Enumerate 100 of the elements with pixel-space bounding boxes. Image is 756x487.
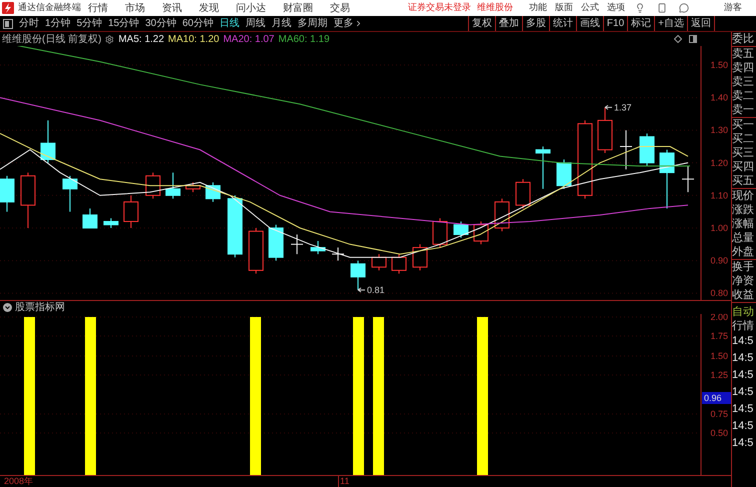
candlestick [516,178,530,209]
doji-candlestick [620,130,632,170]
ma-value: MA20: 1.07 [223,32,274,46]
chat-icon[interactable] [679,3,689,13]
chart-title: 维维股份(日线 前复权) [2,32,102,46]
chart-tool-button[interactable]: 多股 [522,16,549,31]
candlestick [640,132,654,167]
login-notice[interactable]: 证券交易未登录 [408,1,471,15]
chart-tool-button[interactable]: 画线 [576,16,603,31]
quote-field-label: 总量 [732,231,755,245]
period-tab[interactable]: 日线 [220,16,240,31]
chart-tool-button[interactable]: 返回 [687,16,715,31]
period-tab[interactable]: 60分钟 [182,16,214,31]
ma-value: MA60: 1.19 [278,32,330,46]
period-tab[interactable]: 分时 [19,16,39,31]
user-label[interactable]: 游客 [724,1,742,15]
square-icon[interactable] [3,18,13,28]
menu-item[interactable]: 行情 [88,0,108,16]
indicator-axis-label: 1.50 [710,351,728,361]
trade-time: 14:5 [732,402,754,417]
more-tab[interactable]: 更多 [334,16,354,31]
candlestick [268,224,284,262]
lightbulb-icon[interactable] [635,3,645,13]
period-tab[interactable]: 多周期 [298,16,328,31]
leader-line [604,104,612,110]
trade-time: 14:5 [732,351,754,366]
trade-time: 14:5 [732,368,754,383]
phone-icon[interactable] [657,3,667,13]
price-axis-label: 0.90 [710,256,728,266]
quote-field-label: 收益 [732,288,755,302]
price-axis-label: 1.30 [710,125,728,136]
candlestick [228,194,242,258]
app-name: 通达信金融终端 [18,1,81,14]
quote-field-label: 买二 [732,132,755,146]
menu-item[interactable]: 资讯 [162,0,182,16]
candlestick [454,220,468,238]
candlestick [660,149,674,209]
ma-value: MA5: 1.22 [118,32,164,46]
current-value-badge: 0.96 [702,392,731,404]
menu-item[interactable]: 财富圈 [283,0,313,16]
doji-candlestick [332,247,344,262]
date-axis-label: 2008年 [4,476,34,487]
quote-field-label: 买一 [732,118,755,132]
period-tab[interactable]: 30分钟 [145,16,176,31]
menu-item[interactable]: 交易 [330,0,350,16]
quote-field-label: 委比 [732,32,755,46]
quote-field-label: 涨跌 [732,203,755,217]
quote-field-label: 现价 [732,189,755,203]
menu-item[interactable]: 市场 [125,0,145,16]
quote-field-label: 卖五 [732,47,755,61]
quote-field-label: 买五 [732,174,755,188]
candlestick [494,198,510,232]
low-price-marker: 0.81 [367,284,385,295]
quote-field-label: 卖二 [732,89,755,103]
candlestick [392,254,406,274]
auto-mode-label[interactable]: 自动 [732,305,756,319]
candlestick [598,106,612,154]
trade-time: 14:5 [732,419,754,434]
candlestick [372,254,386,271]
menu-item[interactable]: 问小达 [236,0,266,16]
candlestick [432,218,448,248]
indicator-axis-label: 0.50 [710,428,728,438]
candlestick [40,120,56,164]
period-tab[interactable]: 5分钟 [76,16,102,31]
candlestick [166,172,180,200]
period-tab[interactable]: 周线 [246,16,266,31]
tool-menu-item[interactable]: 版面 [555,1,573,15]
candlestick [62,175,78,212]
candlestick [186,182,200,193]
chart-tool-button[interactable]: 标记 [627,16,654,31]
quote-field-label: 买四 [732,160,755,174]
chart-tool-button[interactable]: 复权 [468,16,495,31]
chart-tool-button[interactable]: 叠加 [494,16,522,31]
quote-field-label: 净资 [732,274,755,288]
tool-menu-item[interactable]: 公式 [581,1,599,15]
chart-tool-button[interactable]: 统计 [548,16,576,31]
price-axis-label: 1.50 [710,60,728,70]
doji-candlestick [290,234,304,255]
candlestick [536,146,550,190]
tool-menu-item[interactable]: 选项 [607,1,625,15]
settings-icon[interactable] [105,34,114,44]
candlestick [124,194,138,228]
high-price-marker: 1.37 [614,102,632,112]
quote-field-label: 涨幅 [732,217,755,231]
period-tab[interactable]: 15分钟 [108,16,140,31]
panel-icon[interactable] [689,35,697,43]
indicator-axis-label: 1.75 [710,331,728,341]
chevron-circle-icon[interactable] [3,303,12,312]
period-tab[interactable]: 月线 [272,16,292,31]
tool-menu-item[interactable]: 功能 [529,1,547,15]
diamond-icon[interactable] [674,35,682,43]
chart-tool-button[interactable]: F10 [602,16,628,31]
period-tab[interactable]: 1分钟 [45,16,71,31]
chart-tool-button[interactable]: +自选 [654,16,687,31]
indicator-axis-label: 2.00 [710,314,728,322]
candlestick [0,175,14,212]
price-axis-label: 1.00 [710,223,728,233]
candlestick [556,159,572,190]
date-axis-label: 11 [338,476,350,487]
menu-item[interactable]: 发现 [199,0,219,16]
